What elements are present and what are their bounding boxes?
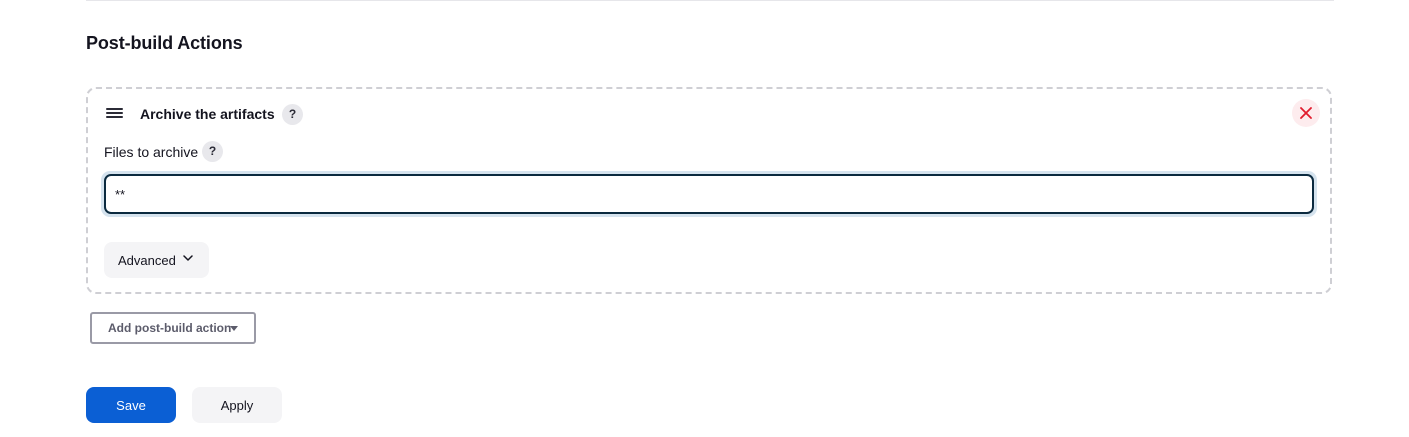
close-icon [1300,107,1312,119]
archive-artifacts-card: Archive the artifacts ? Files to archive… [86,87,1332,294]
add-post-build-action-label: Add post-build action [108,321,232,335]
drag-handle-icon[interactable] [106,108,123,120]
files-to-archive-focus-ring [101,171,1317,217]
archive-artifacts-title: Archive the artifacts [140,106,275,122]
files-to-archive-help-icon[interactable]: ? [202,141,223,162]
advanced-label: Advanced [118,252,176,268]
post-build-page: Post-build Actions Archive the artifacts… [0,0,1409,437]
chevron-down-icon [183,255,193,261]
advanced-button[interactable]: Advanced [104,242,209,278]
save-button[interactable]: Save [86,387,176,423]
section-divider [86,0,1334,1]
section-title: Post-build Actions [86,33,243,53]
caret-down-icon [230,326,238,331]
files-to-archive-input[interactable] [104,174,1314,214]
add-post-build-action-button[interactable]: Add post-build action [90,312,256,344]
archive-artifacts-help-icon[interactable]: ? [282,104,303,125]
files-to-archive-label: Files to archive [104,144,199,160]
remove-step-button[interactable] [1292,99,1320,127]
apply-button[interactable]: Apply [192,387,282,423]
